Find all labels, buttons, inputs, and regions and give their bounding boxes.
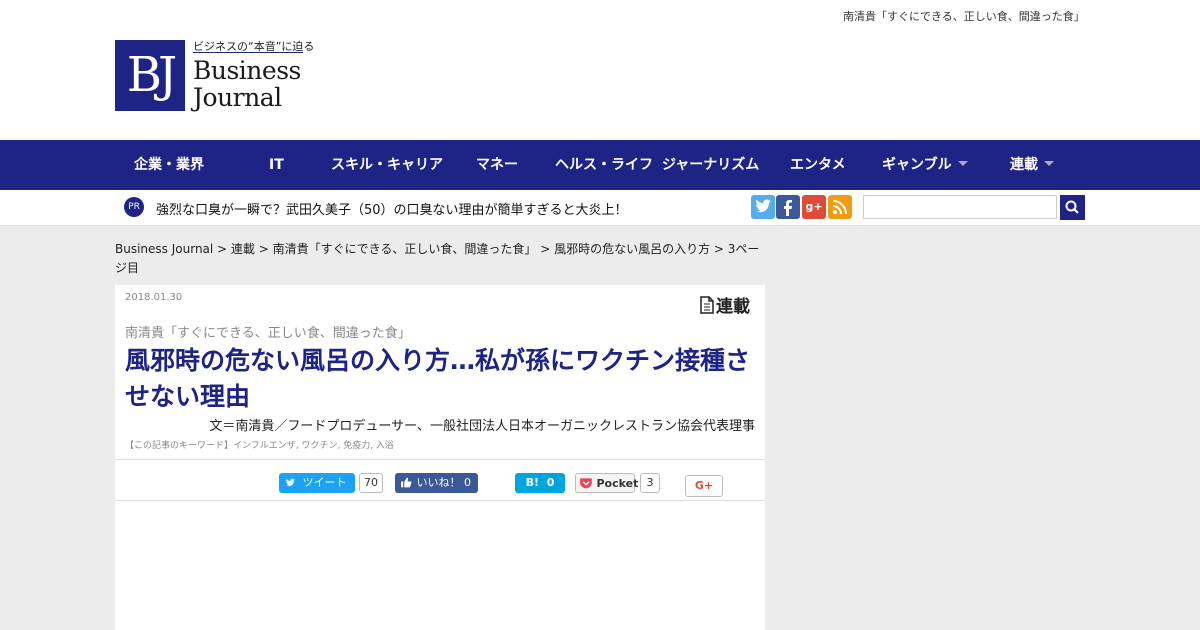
breadcrumb-article[interactable]: 風邪時の危ない風呂の入り方 [554,242,710,256]
googleplus-icon[interactable]: g+ [802,195,826,219]
logo-mark: BJ [115,40,185,111]
pocket-button[interactable]: Pocket [575,473,638,493]
like-button[interactable]: いいね！ 0 [395,473,478,493]
article-author: 文＝南清貴／フードプロデューサー、一般社団法人日本オーガニックレストラン協会代表… [209,419,755,434]
site-header: 南清貴「すぐにできる、正しい食、間違った食」 BJ ビジネスの“本音”に迫る B… [0,0,1200,140]
logo-divider [193,52,303,53]
nav-item-journalism[interactable]: ジャーナリズム [662,140,759,190]
search-button[interactable] [1060,195,1085,220]
facebook-f-icon [784,200,792,216]
twitter-icon [286,478,295,487]
breadcrumb: Business Journal > 連載 > 南清貴「すぐにできる、正しい食、… [115,240,767,278]
nav-item-series[interactable]: 連載 [1010,140,1054,190]
twitter-bird-icon [756,199,771,213]
article-card: 2018.01.30 連載 南清貴「すぐにできる、正しい食、間違った食」 風邪時… [115,285,765,630]
tweet-count: 70 [359,473,383,493]
article-title: 風邪時の危ない風呂の入り方…私が孫にワクチン接種させない理由 [125,346,751,411]
hatena-bookmark-button[interactable]: B! 0 [515,473,565,493]
search-input[interactable] [863,195,1057,219]
pocket-count: 3 [640,473,660,493]
breadcrumb-series[interactable]: 連載 [231,242,255,256]
pr-bar: PR 強烈な口臭が一瞬で？武田久美子（50）の口臭ない理由が簡単すぎると大炎上！… [0,190,1200,226]
rss-icon[interactable] [828,195,852,219]
header-series-link[interactable]: 南清貴「すぐにできる、正しい食、間違った食」 [843,8,1085,24]
article-keywords: 【この記事のキーワード】インフルエンザ, ワクチン, 免疫力, 入浴 [125,441,394,451]
article-date: 2018.01.30 [125,292,183,303]
series-badge: 連載 [698,292,750,317]
breadcrumb-home[interactable]: Business Journal [115,242,213,256]
breadcrumb-separator: > [536,242,555,256]
tweet-button[interactable]: ツイート [279,473,355,493]
article-series[interactable]: 南清貴「すぐにできる、正しい食、間違った食」 [125,322,411,341]
pr-badge: PR [124,197,144,217]
breadcrumb-separator: > [710,242,728,256]
pr-link[interactable]: 強烈な口臭が一瞬で？武田久美子（50）の口臭ない理由が簡単すぎると大炎上！ [156,199,628,218]
hatena-count: 0 [546,476,555,489]
breadcrumb-separator: > [254,242,273,256]
pocket-icon [580,478,592,489]
logo-word-journal: Journal [193,83,282,112]
nav-item-money[interactable]: マネー [476,140,518,190]
like-count: 0 [464,476,471,489]
site-logo[interactable]: BJ ビジネスの“本音”に迫る Business Journal [115,38,314,116]
nav-item-gamble[interactable]: ギャンブル [882,140,968,190]
breadcrumb-separator: > [213,242,231,256]
logo-word-business: Business [193,56,301,85]
nav-item-it[interactable]: IT [269,140,284,190]
share-buttons: ツイート 70 いいね！ 0 B! 0 Pocket 3 G+ [115,459,765,501]
chevron-down-icon [1044,161,1054,166]
twitter-icon[interactable] [751,195,775,219]
facebook-icon[interactable] [776,195,800,219]
search-icon [1065,200,1079,214]
nav-item-health[interactable]: ヘルス・ライフ [555,140,653,190]
thumbs-up-icon [401,477,412,488]
nav-item-career[interactable]: スキル・キャリア [331,140,443,190]
main-nav: 企業・業界 IT スキル・キャリア マネー ヘルス・ライフ ジャーナリズム エン… [0,140,1200,190]
nav-item-industry[interactable]: 企業・業界 [134,140,204,190]
googleplus-share-button[interactable]: G+ [685,475,723,497]
chevron-down-icon [957,161,968,166]
breadcrumb-author-series[interactable]: 南清貴「すぐにできる、正しい食、間違った食」 [273,242,537,256]
document-icon [700,296,714,314]
nav-item-entertainment[interactable]: エンタメ [790,140,846,190]
rss-feed-icon [832,200,847,215]
